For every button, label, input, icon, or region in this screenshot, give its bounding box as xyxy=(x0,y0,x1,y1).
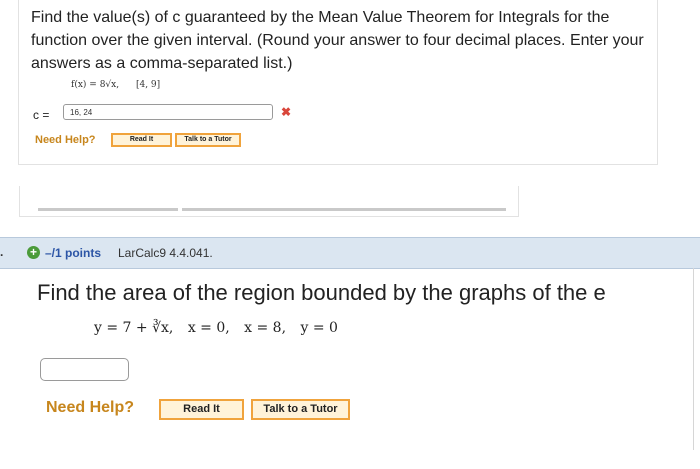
card-border xyxy=(693,268,694,450)
region-equations: y = 7 + ∛x, x = 0, x = 8, y = 0 xyxy=(94,320,348,336)
incorrect-icon: ✖ xyxy=(281,105,292,119)
function-definition: f(x) = 8√x, [4, 9] xyxy=(71,80,160,90)
equation-y0: y = 0 xyxy=(300,320,338,336)
tab-2[interactable] xyxy=(182,208,324,211)
need-help-label-2: Need Help? xyxy=(46,399,135,416)
question-1-card: Find the value(s) of c guaranteed by the… xyxy=(18,0,658,165)
question-2-header: . + –/1 points LarCalc9 4.4.041. xyxy=(0,237,700,269)
answer-label: c = xyxy=(33,108,50,122)
talk-to-tutor-button[interactable]: Talk to a Tutor xyxy=(175,133,241,147)
function-text: f(x) = 8√x, xyxy=(71,80,120,90)
tab-1[interactable] xyxy=(38,208,178,211)
equation-x8: x = 8, xyxy=(244,320,287,336)
answer-input-c[interactable]: 16, 24 xyxy=(63,104,273,120)
points-label: –/1 points xyxy=(45,246,102,260)
answer-input-area[interactable] xyxy=(40,358,129,381)
question-2-prompt: Find the area of the region bounded by t… xyxy=(37,280,606,305)
equation-x0: x = 0, xyxy=(187,320,230,336)
equation-curve: y = 7 + ∛x, xyxy=(94,320,174,336)
need-help-label: Need Help? xyxy=(35,134,96,146)
read-it-button[interactable]: Read It xyxy=(111,133,172,147)
interval-text: [4, 9] xyxy=(135,80,161,90)
tab-3[interactable] xyxy=(322,208,506,211)
read-it-button-2[interactable]: Read It xyxy=(159,399,244,420)
expand-plus-icon[interactable]: + xyxy=(27,246,40,259)
question-number: . xyxy=(0,245,4,259)
question-1-prompt: Find the value(s) of c guaranteed by the… xyxy=(31,9,644,72)
talk-to-tutor-button-2[interactable]: Talk to a Tutor xyxy=(251,399,350,420)
tab-row xyxy=(19,186,519,217)
question-source: LarCalc9 4.4.041. xyxy=(118,246,213,260)
